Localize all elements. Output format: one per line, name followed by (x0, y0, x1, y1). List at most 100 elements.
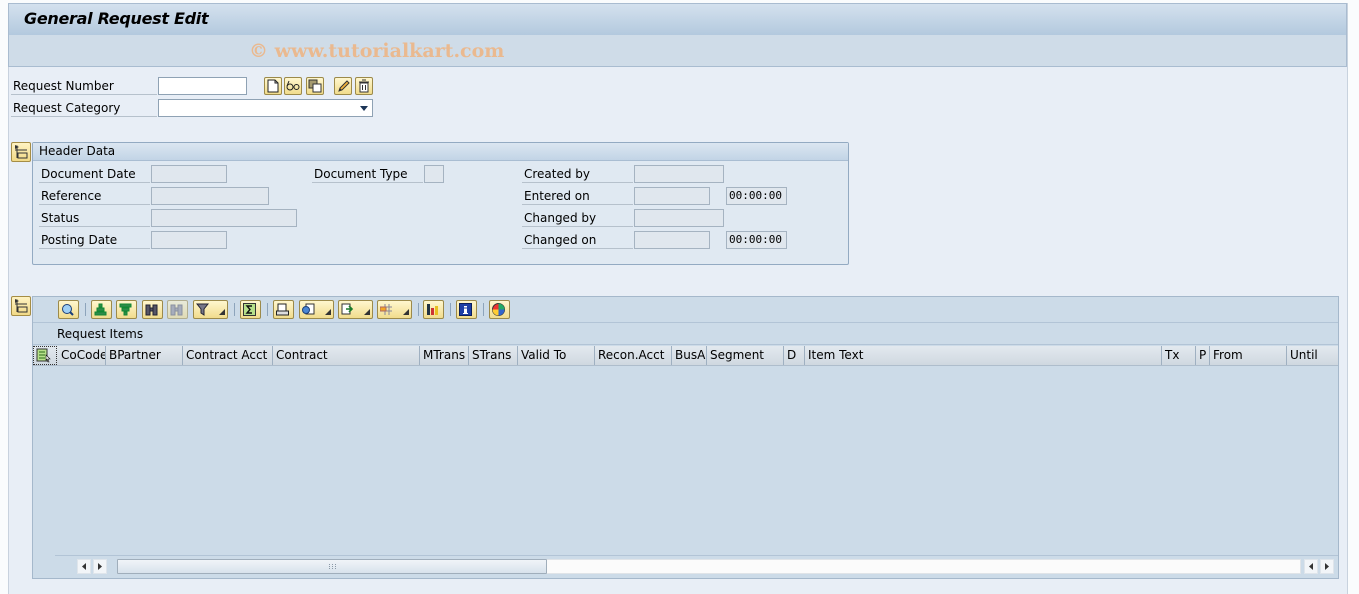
application-toolbar: © www.tutorialkart.com (8, 35, 1347, 67)
trash-icon (359, 79, 369, 93)
created-by-field[interactable] (634, 165, 724, 183)
column-header-row: CoCode BPartner Contract Acct Contract M… (33, 346, 1338, 366)
print-preview-button[interactable] (273, 300, 294, 319)
header-data-title: Header Data (39, 144, 116, 158)
info-icon (459, 303, 472, 316)
document-date-field[interactable] (151, 165, 227, 183)
entered-on-time-field[interactable]: 00:00:00 (726, 187, 787, 205)
graphic-button[interactable] (423, 300, 444, 319)
column-header[interactable]: Recon.Acct (595, 346, 672, 365)
posting-date-field[interactable] (151, 231, 227, 249)
reference-field[interactable] (151, 187, 269, 205)
export-button[interactable] (338, 300, 373, 319)
views-button[interactable] (299, 300, 334, 319)
changed-by-label: Changed by (522, 209, 633, 227)
info-button[interactable] (456, 300, 477, 319)
change-button[interactable] (334, 77, 352, 95)
scrollbar-thumb[interactable] (117, 559, 547, 574)
find-icon (145, 304, 158, 316)
column-header[interactable]: Item Text (805, 346, 1162, 365)
column-header[interactable]: Contract Acct (183, 346, 273, 365)
grid-toolbar (33, 297, 1338, 323)
copy-icon (308, 79, 322, 93)
items-toggle-button[interactable] (11, 296, 31, 316)
grid-title: Request Items (57, 327, 144, 341)
abc-analysis-button[interactable] (489, 300, 510, 319)
column-header[interactable]: Segment (707, 346, 784, 365)
export-icon (341, 303, 354, 315)
horizontal-scrollbar[interactable] (55, 555, 1338, 578)
print-preview-icon (276, 303, 289, 316)
dropdown-arrow-icon (403, 309, 409, 315)
reference-label: Reference (39, 187, 150, 205)
column-header[interactable]: STrans (469, 346, 518, 365)
column-header[interactable]: BPartner (106, 346, 183, 365)
column-header[interactable]: Valid To (518, 346, 595, 365)
request-number-label: Request Number (11, 77, 157, 95)
find-next-icon (170, 304, 183, 316)
scroll-left-button[interactable] (77, 559, 91, 574)
copy-button[interactable] (306, 77, 324, 95)
changed-by-field[interactable] (634, 209, 724, 227)
changed-on-label: Changed on (522, 231, 633, 249)
header-toggle-button[interactable] (11, 142, 31, 162)
layout-button[interactable] (377, 300, 412, 319)
request-number-input[interactable] (158, 77, 247, 95)
sort-ascending-icon (94, 303, 107, 316)
column-header[interactable]: P (1196, 346, 1210, 365)
layout-icon (380, 304, 392, 315)
document-type-label: Document Type (312, 165, 423, 183)
column-header[interactable]: Until (1287, 346, 1339, 365)
scroll-right-button[interactable] (93, 559, 107, 574)
posting-date-label: Posting Date (39, 231, 150, 249)
divider (33, 344, 1338, 345)
column-header[interactable]: MTrans (420, 346, 469, 365)
delete-button[interactable] (355, 77, 373, 95)
glasses-icon (286, 80, 300, 91)
expand-collapse-icon (15, 299, 28, 313)
changed-on-date-field[interactable] (634, 231, 710, 249)
pencil-icon (337, 79, 350, 92)
scroll-left-button-end[interactable] (1304, 559, 1318, 574)
chevron-down-icon[interactable] (360, 106, 368, 111)
entered-on-date-field[interactable] (634, 187, 710, 205)
arrow-left-icon (82, 563, 86, 570)
header-data-heading: Header Data (33, 143, 848, 161)
sum-icon (243, 303, 256, 316)
arrow-right-icon (98, 563, 102, 570)
new-document-icon (267, 79, 279, 93)
display-button[interactable] (284, 77, 302, 95)
created-by-label: Created by (522, 165, 633, 183)
create-button[interactable] (264, 77, 282, 95)
request-category-select[interactable] (158, 99, 373, 117)
column-header[interactable]: BusA (672, 346, 707, 365)
column-header[interactable]: From (1210, 346, 1287, 365)
toolbar-separator (85, 303, 86, 316)
column-header[interactable]: CoCode (58, 346, 106, 365)
document-type-field[interactable] (424, 165, 444, 183)
select-all-button[interactable] (33, 346, 57, 365)
dropdown-arrow-icon (325, 309, 331, 315)
details-button[interactable] (58, 300, 79, 319)
sort-descending-button[interactable] (116, 300, 137, 319)
arrow-right-icon (1325, 563, 1329, 570)
find-button[interactable] (142, 300, 163, 319)
dropdown-arrow-icon (364, 309, 370, 315)
filter-button[interactable] (193, 300, 228, 319)
column-header[interactable]: Tx (1162, 346, 1196, 365)
status-field[interactable] (151, 209, 297, 227)
scroll-right-button-end[interactable] (1320, 559, 1334, 574)
filter-icon (196, 303, 209, 316)
column-header[interactable]: D (784, 346, 805, 365)
find-next-button[interactable] (167, 300, 188, 319)
details-icon (62, 304, 74, 316)
sort-ascending-button[interactable] (91, 300, 112, 319)
changed-on-time-field[interactable]: 00:00:00 (726, 231, 787, 249)
sum-button[interactable] (240, 300, 261, 319)
toolbar-separator (267, 303, 268, 316)
toolbar-separator (450, 303, 451, 316)
arrow-left-icon (1309, 563, 1313, 570)
dropdown-arrow-icon (219, 309, 225, 315)
column-header[interactable]: Contract (273, 346, 420, 365)
toolbar-separator (483, 303, 484, 316)
